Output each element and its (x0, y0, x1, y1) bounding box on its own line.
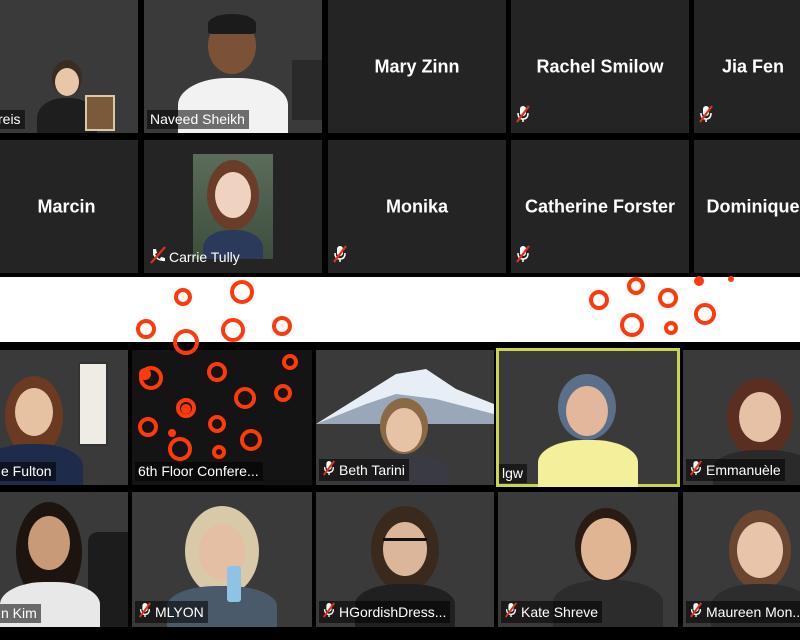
decorative-dot (272, 316, 292, 336)
participant-name: e Fulton (1, 463, 52, 479)
decorative-dot (620, 313, 644, 337)
participant-tile-active-speaker[interactable]: lgw (496, 348, 680, 487)
participant-name-tag: reis (0, 110, 25, 129)
participant-name-tag: lgw (499, 464, 528, 483)
participant-tile[interactable]: Rachel Smilow (511, 0, 689, 133)
participant-name-tag: n Kim (0, 604, 41, 623)
participant-tile[interactable]: Catherine Forster (511, 140, 689, 273)
decorative-dot (664, 321, 678, 335)
participant-name-tag: Naveed Sheikh (147, 110, 249, 129)
microphone-muted-icon (504, 602, 518, 621)
participant-tile[interactable]: Monika (328, 140, 506, 273)
decorative-dot (694, 276, 704, 286)
decorative-dot (694, 303, 716, 325)
participant-name-tag: 6th Floor Confere... (135, 462, 263, 481)
participant-name: Dominique (706, 196, 800, 216)
participant-name-tag: MLYON (135, 601, 208, 623)
participant-tile[interactable]: Mary Zinn (328, 0, 506, 133)
participant-name-tag: Emmanuèle (686, 459, 785, 481)
participant-name-tag: Beth Tarini (319, 459, 409, 481)
microphone-muted-icon (332, 245, 348, 268)
participant-tile[interactable]: Marcin (0, 140, 138, 273)
participant-name: 6th Floor Confere... (138, 463, 259, 479)
participant-name: Kate Shreve (521, 603, 599, 620)
microphone-muted-icon (322, 602, 336, 621)
participant-name: reis (0, 111, 21, 127)
microphone-muted-icon (515, 245, 531, 268)
participant-tile[interactable]: HGordishDress... (316, 492, 494, 627)
participant-tile[interactable]: MLYON (132, 492, 312, 627)
participant-tile[interactable]: Dominique (694, 140, 800, 273)
participant-name: HGordishDress... (339, 603, 447, 620)
participant-tile[interactable]: Naveed Sheikh (144, 0, 322, 133)
microphone-muted-icon (138, 602, 152, 621)
decorative-dot (174, 288, 192, 306)
decorative-dot (221, 318, 245, 342)
participant-tile[interactable]: Maureen Mon... (683, 492, 800, 627)
participant-tile[interactable]: Carrie Tully (144, 140, 322, 273)
participant-tile[interactable]: Beth Tarini (316, 350, 494, 485)
participant-name: n Kim (1, 605, 37, 621)
participant-video (538, 374, 638, 487)
decorative-dot (136, 319, 156, 339)
glasses (383, 538, 427, 551)
participant-profile-photo (193, 154, 273, 259)
participant-name-tag: Kate Shreve (501, 601, 603, 623)
background-object (292, 60, 322, 120)
participant-name: Mary Zinn (374, 56, 460, 76)
participant-name: Carrie Tully (169, 248, 240, 265)
participant-name: Catherine Forster (524, 196, 676, 216)
participant-tile[interactable]: n Kim (0, 492, 128, 627)
participant-name: lgw (502, 465, 524, 481)
participant-name: Naveed Sheikh (150, 111, 245, 127)
participant-name-tag: Carrie Tully (147, 245, 244, 269)
microphone-muted-icon (698, 105, 714, 128)
bottom-gallery-panel: e Fulton 6th Floor Confere... Beth Tarin… (0, 342, 800, 640)
decorative-dot (658, 288, 678, 308)
participant-tile[interactable]: e Fulton (0, 350, 128, 485)
participant-tile[interactable]: Jia Fen (694, 0, 800, 133)
participant-name: Emmanuèle (706, 461, 781, 478)
participant-tile[interactable]: reis (0, 0, 138, 133)
decorative-dot (627, 277, 645, 295)
participant-tile[interactable]: Kate Shreve (498, 492, 678, 627)
participant-name-tag: Maureen Mon... (686, 601, 800, 623)
participant-name: Marcin (37, 196, 96, 216)
participant-name-tag: HGordishDress... (319, 601, 451, 623)
participant-tile[interactable]: 6th Floor Confere... (132, 350, 312, 485)
decorative-dot (589, 290, 609, 310)
participant-name: Jia Fen (721, 56, 785, 76)
top-gallery-panel: reis Naveed Sheikh Mary Zinn Rachel Smil… (0, 0, 800, 277)
water-bottle (227, 566, 241, 602)
wall-picture (85, 95, 115, 131)
participant-tile[interactable]: Emmanuèle (683, 350, 800, 485)
decorative-dot (230, 280, 254, 304)
participant-name: MLYON (155, 603, 204, 620)
phone-muted-icon (150, 246, 166, 267)
participant-name: Maureen Mon... (706, 603, 800, 620)
participant-name: Beth Tarini (339, 461, 405, 478)
microphone-muted-icon (515, 105, 531, 128)
microphone-muted-icon (689, 602, 703, 621)
participant-name-tag: e Fulton (0, 462, 56, 481)
participant-name: Rachel Smilow (536, 56, 664, 76)
participant-name: Monika (385, 196, 448, 216)
microphone-muted-icon (689, 460, 703, 479)
microphone-muted-icon (322, 460, 336, 479)
